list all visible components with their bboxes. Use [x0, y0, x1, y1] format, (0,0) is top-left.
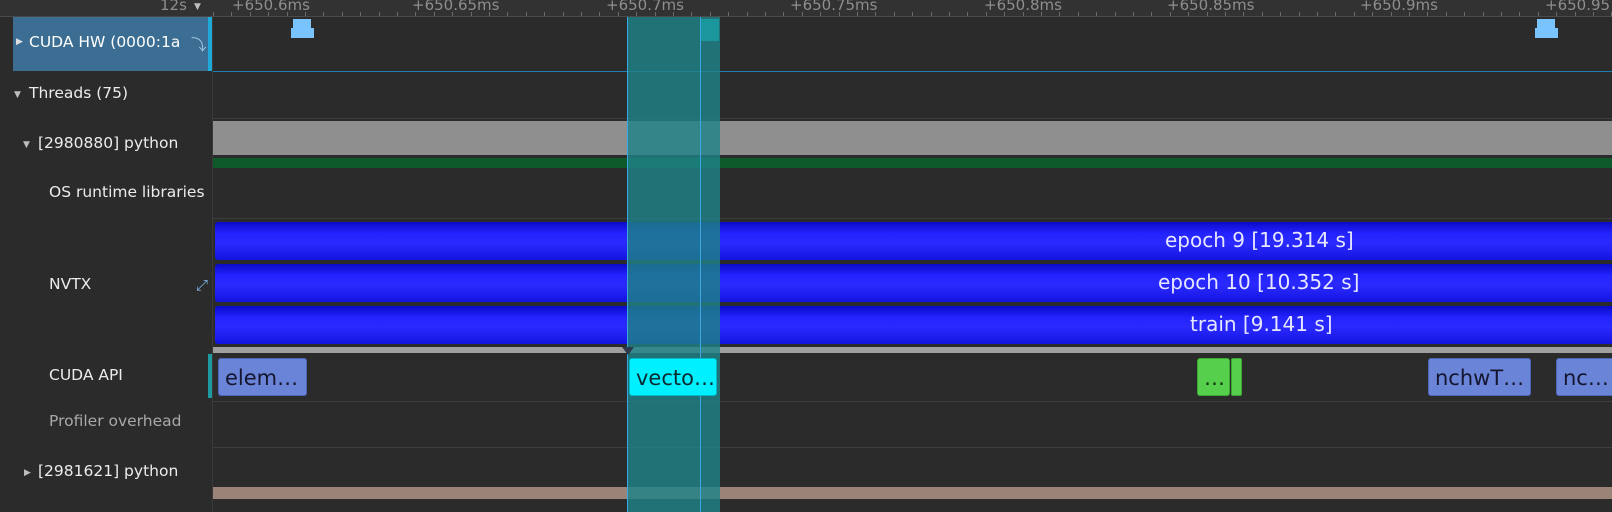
row-label-thread-2980880: [2980880] python	[38, 134, 179, 152]
row-label-threads: Threads (75)	[29, 84, 129, 102]
api-call-nchw[interactable]: nchwT…	[1428, 358, 1531, 396]
nvtx-range-epoch-10[interactable]	[215, 264, 1612, 302]
ruler-minor-tick	[1464, 12, 1465, 16]
ruler-minor-tick	[599, 12, 600, 16]
ruler-tick-label: +650.85ms	[1167, 0, 1255, 14]
ruler-minor-tick	[728, 12, 729, 16]
ruler-minor-tick	[765, 12, 766, 16]
selection-range[interactable]	[627, 17, 720, 512]
nvtx-range-epoch-9[interactable]	[215, 222, 1612, 260]
selection-marker-triangle	[622, 347, 634, 355]
nvtx-label-epoch-9: epoch 9 [19.314 s]	[1165, 228, 1354, 252]
ruler-minor-tick	[1335, 12, 1336, 16]
thread-utilization-bar[interactable]	[213, 121, 1612, 155]
ruler-minor-tick	[912, 12, 913, 16]
row-separator	[213, 118, 1612, 119]
ruler-minor-tick	[1317, 12, 1318, 16]
ruler-minor-tick	[507, 12, 508, 16]
ruler-tick-label: +650.95	[1545, 0, 1611, 14]
row-label-nvtx[interactable]: NVTX	[49, 275, 91, 293]
time-ruler[interactable]: 12s ▼ +650.6ms +650.65ms +650.7ms +650.7…	[0, 0, 1612, 17]
row-separator	[213, 447, 1612, 448]
ruler-minor-tick	[949, 12, 950, 16]
ruler-minor-tick	[1538, 12, 1539, 16]
ruler-tick-label: +650.8ms	[984, 0, 1062, 14]
ruler-tick-label: +650.75ms	[790, 0, 878, 14]
row-separator	[213, 71, 1612, 72]
ruler-minor-tick	[1280, 12, 1281, 16]
row-thread-2981621[interactable]: ▶ [2981621] python	[13, 458, 212, 488]
row-label-cuda-hw: CUDA HW (0000:1a	[29, 33, 181, 51]
ruler-base-label[interactable]: 12s	[160, 0, 187, 14]
row-selection-marker	[208, 17, 212, 71]
ruler-minor-tick	[342, 12, 343, 16]
ruler-minor-tick	[1446, 12, 1447, 16]
ruler-tick-label: +650.9ms	[1360, 0, 1438, 14]
ruler-minor-tick	[1262, 12, 1263, 16]
ruler-minor-tick	[1483, 12, 1484, 16]
ruler-minor-tick	[894, 12, 895, 16]
ruler-minor-tick	[691, 12, 692, 16]
api-call-elementwise[interactable]: elem…	[218, 358, 307, 396]
ruler-minor-tick	[1078, 12, 1079, 16]
row-separator	[213, 218, 1612, 219]
row-separator	[213, 401, 1612, 402]
ruler-minor-tick	[213, 12, 214, 16]
nvtx-range-train[interactable]	[215, 306, 1612, 344]
timeline-area[interactable]: epoch 9 [19.314 s] epoch 10 [10.352 s] t…	[213, 17, 1612, 512]
row-marker	[208, 354, 212, 398]
row-thread-2980880[interactable]: ▼ [2980880] python	[13, 130, 212, 160]
ruler-minor-tick	[1096, 12, 1097, 16]
ruler-minor-tick	[1299, 12, 1300, 16]
api-call-vector[interactable]: vecto…	[629, 358, 717, 396]
memcpy-event[interactable]	[1535, 28, 1558, 38]
range-separator	[213, 347, 1612, 353]
ruler-minor-tick	[397, 12, 398, 16]
ruler-minor-tick	[783, 12, 784, 16]
nvtx-label-train: train [9.141 s]	[1190, 312, 1333, 336]
ruler-minor-tick	[544, 12, 545, 16]
api-call-green-small[interactable]	[1231, 358, 1242, 396]
ruler-minor-tick	[747, 12, 748, 16]
ruler-minor-tick	[1151, 12, 1152, 16]
expand-icon[interactable]: ⤢	[196, 276, 208, 294]
expand-arrow-icon[interactable]: ▶	[24, 468, 31, 478]
row-label-cuda-api[interactable]: CUDA API	[49, 366, 123, 384]
row-label-profiler-overhead[interactable]: Profiler overhead	[49, 412, 181, 430]
ruler-minor-tick	[379, 12, 380, 16]
cursor-line[interactable]	[700, 17, 701, 512]
ruler-minor-tick	[581, 12, 582, 16]
nvtx-label-epoch-10: epoch 10 [10.352 s]	[1158, 270, 1360, 294]
ruler-minor-tick	[710, 12, 711, 16]
ruler-minor-tick	[1519, 12, 1520, 16]
memcpy-event[interactable]	[291, 28, 314, 38]
pin-icon[interactable]: ⤵	[191, 33, 207, 55]
row-label-thread-2981621: [2981621] python	[38, 462, 179, 480]
thread-2-utilization-bar[interactable]	[213, 487, 1612, 499]
ruler-tick-label: +650.6ms	[232, 0, 310, 14]
row-threads[interactable]: ▼ Threads (75)	[13, 80, 212, 110]
ruler-minor-tick	[967, 12, 968, 16]
ruler-minor-tick	[323, 12, 324, 16]
collapse-arrow-icon[interactable]: ▼	[14, 90, 21, 100]
ruler-minor-tick	[1354, 12, 1355, 16]
thread-state-bar[interactable]	[213, 158, 1612, 168]
collapse-arrow-icon[interactable]: ▼	[23, 140, 30, 150]
api-call-green[interactable]: …	[1197, 358, 1230, 396]
ruler-minor-tick	[563, 12, 564, 16]
ruler-minor-tick	[360, 12, 361, 16]
chevron-down-icon[interactable]: ▼	[194, 2, 201, 12]
ruler-minor-tick	[1133, 12, 1134, 16]
row-cuda-hw[interactable]: ▶ CUDA HW (0000:1a ⤵	[13, 17, 212, 71]
ruler-minor-tick	[1115, 12, 1116, 16]
ruler-minor-tick	[1501, 12, 1502, 16]
ruler-minor-tick	[526, 12, 527, 16]
api-call-nc[interactable]: nc…	[1556, 358, 1612, 396]
ruler-tick-label: +650.65ms	[412, 0, 500, 14]
row-label-os-runtime[interactable]: OS runtime libraries	[49, 183, 205, 201]
ruler-tick-label: +650.7ms	[606, 0, 684, 14]
selection-start-line[interactable]	[627, 17, 628, 512]
expand-arrow-icon[interactable]: ▶	[16, 37, 23, 47]
ruler-minor-tick	[931, 12, 932, 16]
